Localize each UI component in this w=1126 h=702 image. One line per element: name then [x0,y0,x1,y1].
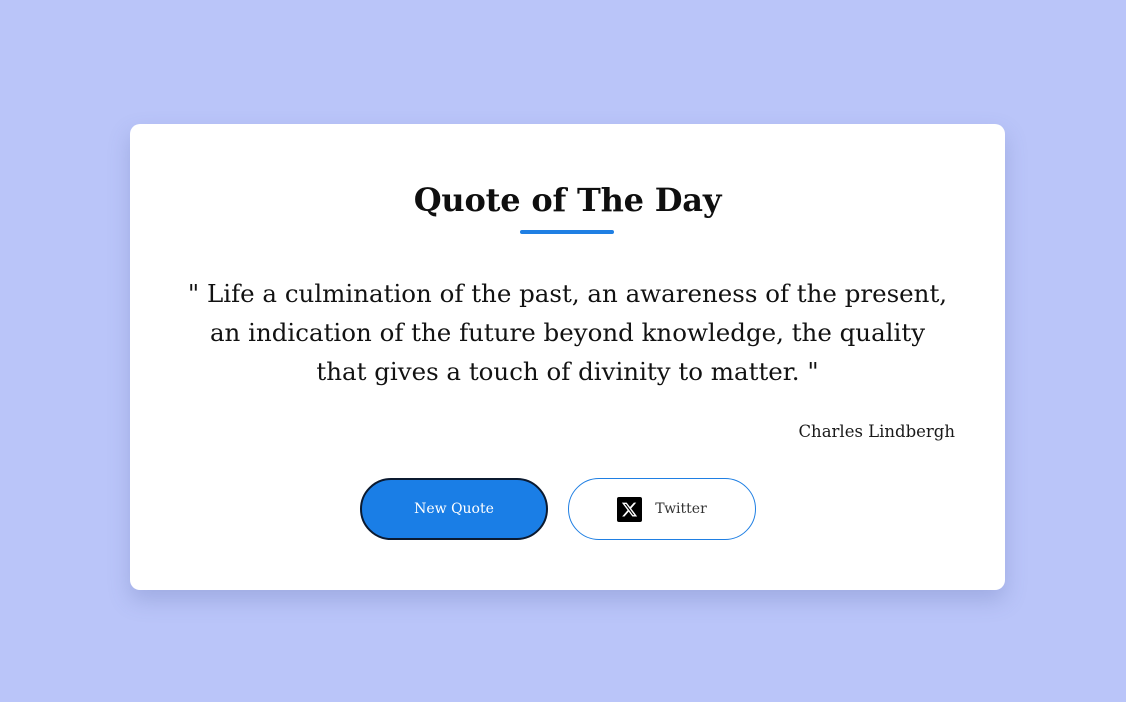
title-underline [520,230,614,234]
twitter-button[interactable]: Twitter [568,478,756,540]
twitter-label: Twitter [655,501,707,517]
page-title: Quote of The Day [413,181,722,219]
quote-author: Charles Lindbergh [798,422,955,441]
x-logo-icon [617,496,643,522]
new-quote-label: New Quote [414,501,494,517]
quote-text: " Life a culmination of the past, an awa… [187,279,948,386]
new-quote-button[interactable]: New Quote [360,478,548,540]
quote-card: Quote of The Day " Life a culmination of… [130,124,1005,590]
